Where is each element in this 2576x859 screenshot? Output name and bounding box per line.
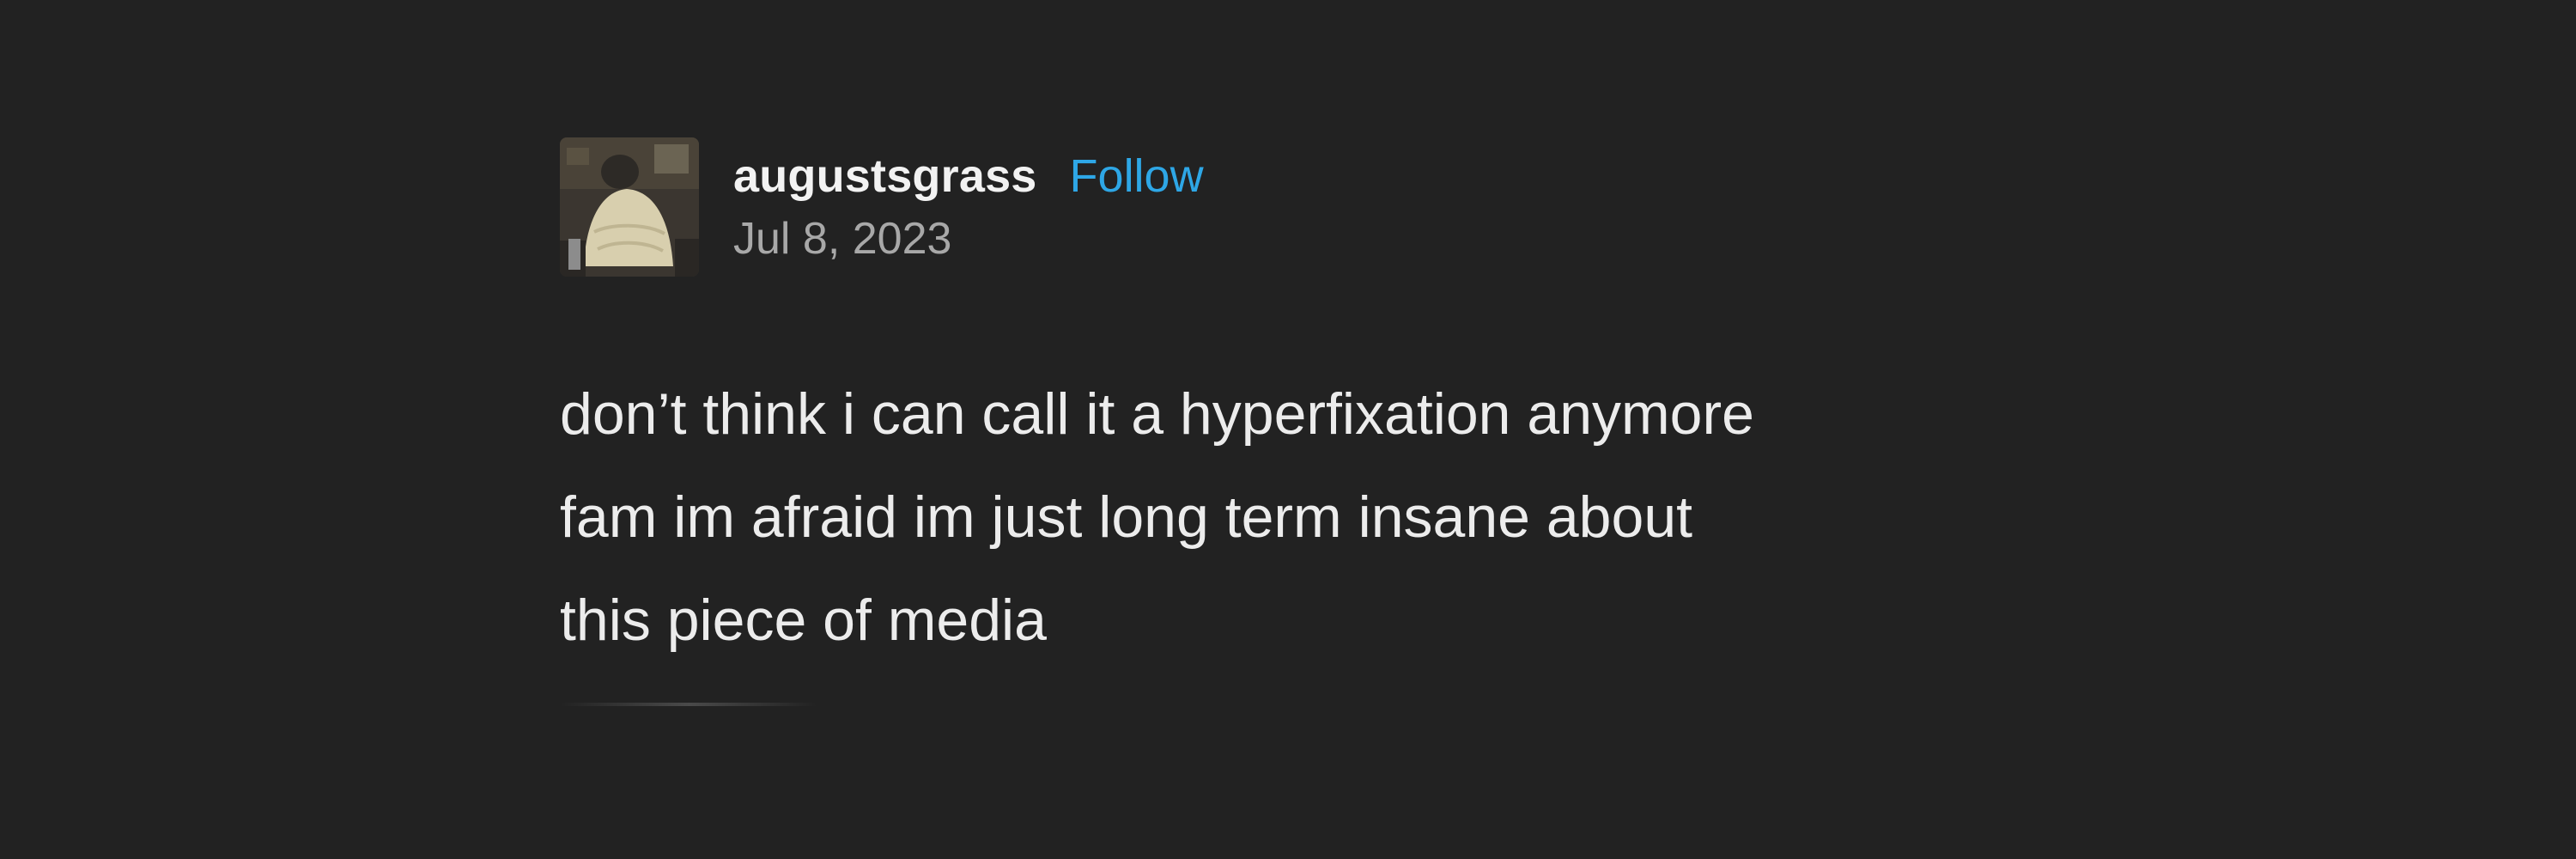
follow-button[interactable]: Follow [1070,149,1204,203]
post-body: don’t think i can call it a hyperfixatio… [560,362,2071,672]
author-username[interactable]: augustsgrass [733,149,1037,203]
post-text-line: this piece of media [560,588,1047,653]
post-text-line: fam im afraid im just long term insane a… [560,484,1693,550]
post-meta: augustsgrass Follow Jul 8, 2023 [733,149,1204,265]
divider [560,703,817,706]
avatar-photo-icon [560,137,699,277]
author-row: augustsgrass Follow [733,149,1204,203]
avatar[interactable] [560,137,699,277]
post-text-line: don’t think i can call it a hyperfixatio… [560,381,1754,447]
post-header: augustsgrass Follow Jul 8, 2023 [560,137,2191,277]
post-date: Jul 8, 2023 [733,214,952,265]
post-card: augustsgrass Follow Jul 8, 2023 don’t th… [560,137,2191,706]
